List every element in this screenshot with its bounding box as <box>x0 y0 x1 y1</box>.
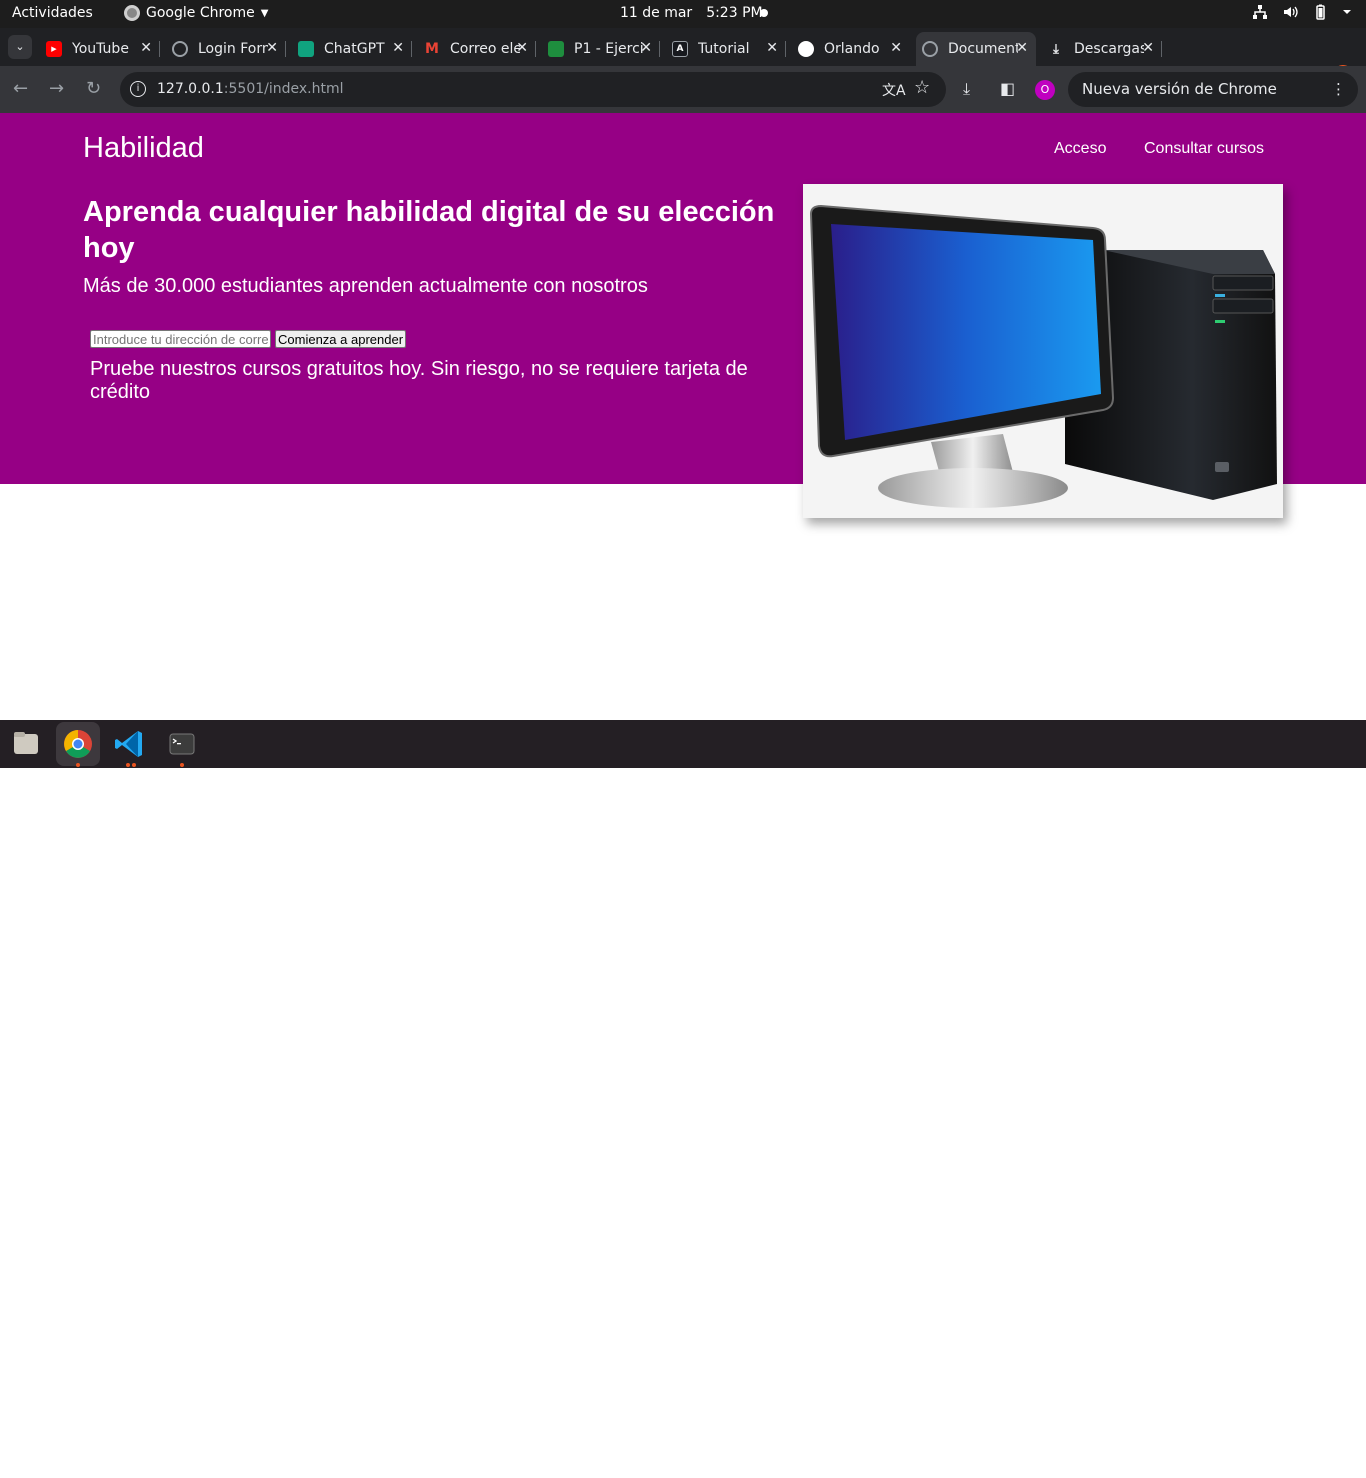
chrome-update-button[interactable]: Nueva versión de Chrome disponible ⋮ <box>1068 72 1358 133</box>
close-tab-icon[interactable]: ✕ <box>1142 40 1154 56</box>
tab-separator <box>659 41 660 57</box>
nav-link-acceso[interactable]: Acceso <box>1054 140 1106 158</box>
youtube-icon: ▶ <box>46 41 62 57</box>
chrome-icon[interactable] <box>56 722 100 766</box>
url-path: :5501/index.html <box>223 81 344 97</box>
files-icon[interactable] <box>4 722 48 766</box>
system-top-bar: Actividades Google Chrome ▼ 11 de mar 5:… <box>0 0 1366 28</box>
tab-title: Correo electrónico <box>450 41 520 57</box>
notification-dot-icon <box>760 9 768 17</box>
download-icon[interactable]: ⤓ <box>963 79 970 99</box>
url-host: 127.0.0.1 <box>157 81 224 97</box>
profile-avatar[interactable]: O <box>1035 80 1055 100</box>
hero-headline: Aprenda cualquier habilidad digital de s… <box>83 196 775 264</box>
tab-strip: ⌄ ▶ YouTube ✕ Login Form ✕ ChatGPT ✕ M Correo el… <box>0 28 1366 88</box>
tab-title: Descargas <box>1074 41 1144 57</box>
running-indicator <box>76 763 80 767</box>
tab-title: Document <box>948 41 1018 57</box>
web-page: Habilidad Acceso Consultar cursos Aprend… <box>0 113 1366 720</box>
browser-tab[interactable]: Orlando ✕ <box>792 32 910 66</box>
tab-separator <box>785 41 786 57</box>
github-icon <box>798 41 814 57</box>
browser-tab[interactable]: M Correo electrónico✕ <box>418 32 536 66</box>
running-indicator <box>126 763 130 767</box>
close-tab-icon[interactable]: ✕ <box>640 40 652 56</box>
tab-separator <box>411 41 412 57</box>
browser-tab[interactable]: Login Form ✕ <box>166 32 286 66</box>
tab-separator <box>535 41 536 57</box>
ubuntu-dock <box>0 720 1366 1473</box>
date-label: 11 de mar <box>620 5 693 21</box>
browser-tab[interactable]: ▶ YouTube ✕ <box>40 32 160 66</box>
email-input[interactable] <box>90 330 271 348</box>
browser-tab[interactable]: Document ✕ <box>916 32 1036 66</box>
tab-title: Login Form <box>198 41 268 57</box>
tab-separator <box>285 41 286 57</box>
address-bar[interactable]: i 127.0.0.1:5501/index.html 文A ☆ <box>120 72 946 107</box>
hero-subline: Más de 30.000 estudiantes aprenden actua… <box>83 275 648 297</box>
tab-search-button[interactable]: ⌄ <box>8 35 32 59</box>
browser-tab[interactable]: A Tutorial ✕ <box>666 32 786 66</box>
back-button[interactable]: ← <box>13 78 28 99</box>
download-icon: ⤓ <box>1053 41 1059 57</box>
kebab-menu-icon[interactable]: ⋮ <box>1331 72 1346 107</box>
bookmark-star-icon[interactable]: ☆ <box>914 77 930 98</box>
gmail-icon: M <box>425 41 439 57</box>
tab-separator <box>159 41 160 57</box>
hero-note: Pruebe nuestros cursos gratuitos hoy. Si… <box>90 358 748 403</box>
tab-separator <box>1161 41 1162 57</box>
caret-down-icon <box>1343 10 1351 14</box>
running-indicator <box>180 763 184 767</box>
network-icon <box>1253 5 1267 19</box>
url-text[interactable]: 127.0.0.1:5501/index.html <box>157 81 344 97</box>
side-panel-icon[interactable]: ◧ <box>1000 79 1015 98</box>
caret-down-icon: ▼ <box>260 7 269 19</box>
browser-tab[interactable]: ChatGPT ✕ <box>292 32 412 66</box>
chrome-icon <box>124 5 140 21</box>
nav-link-consultar-cursos[interactable]: Consultar cursos <box>1144 140 1264 158</box>
app-menu[interactable]: Google Chrome ▼ <box>124 5 268 21</box>
tab-title: YouTube <box>72 41 129 57</box>
close-tab-icon[interactable]: ✕ <box>392 40 404 56</box>
close-tab-icon[interactable]: ✕ <box>766 40 778 56</box>
computer-illustration <box>803 184 1283 518</box>
reload-button[interactable]: ↻ <box>86 78 101 99</box>
browser-tab[interactable]: ⤓ Descargas ✕ <box>1042 32 1162 66</box>
clock[interactable]: 11 de mar 5:23 PM <box>620 5 763 21</box>
astro-icon: A <box>672 41 688 57</box>
terminal-icon[interactable] <box>160 722 204 766</box>
site-brand[interactable]: Habilidad <box>83 132 204 165</box>
tab-title: Tutorial <box>698 41 750 57</box>
translate-icon[interactable]: 文A <box>882 80 906 100</box>
close-tab-icon[interactable]: ✕ <box>266 40 278 56</box>
activities-button[interactable]: Actividades <box>12 5 93 21</box>
tab-title: P1 - Ejercicio <box>574 41 644 57</box>
close-tab-icon[interactable]: ✕ <box>890 40 902 56</box>
classroom-icon <box>548 41 564 57</box>
battery-icon <box>1316 4 1325 20</box>
time-label: 5:23 PM <box>706 5 763 21</box>
chatgpt-icon <box>298 41 314 57</box>
volume-icon <box>1284 6 1298 18</box>
show-apps-icon[interactable] <box>1330 1454 1350 1474</box>
app-name: Google Chrome <box>146 5 255 21</box>
globe-icon <box>172 41 188 57</box>
browser-tab[interactable]: P1 - Ejercicio✕ <box>542 32 660 66</box>
start-learning-button[interactable]: Comienza a aprender <box>275 330 407 348</box>
close-tab-icon[interactable]: ✕ <box>516 40 528 56</box>
close-tab-icon[interactable]: ✕ <box>1016 40 1028 56</box>
globe-icon <box>922 41 938 57</box>
tab-title: ChatGPT <box>324 41 385 57</box>
vscode-icon[interactable] <box>108 722 152 766</box>
site-info-icon[interactable]: i <box>130 81 146 97</box>
tab-title: Orlando <box>824 41 880 57</box>
close-tab-icon[interactable]: ✕ <box>140 40 152 56</box>
forward-button[interactable]: → <box>49 78 64 99</box>
system-tray[interactable] <box>1252 4 1352 20</box>
browser-toolbar: ← → ↻ i 127.0.0.1:5501/index.html 文A ☆ ⤓… <box>0 66 1366 133</box>
running-indicator <box>132 763 136 767</box>
